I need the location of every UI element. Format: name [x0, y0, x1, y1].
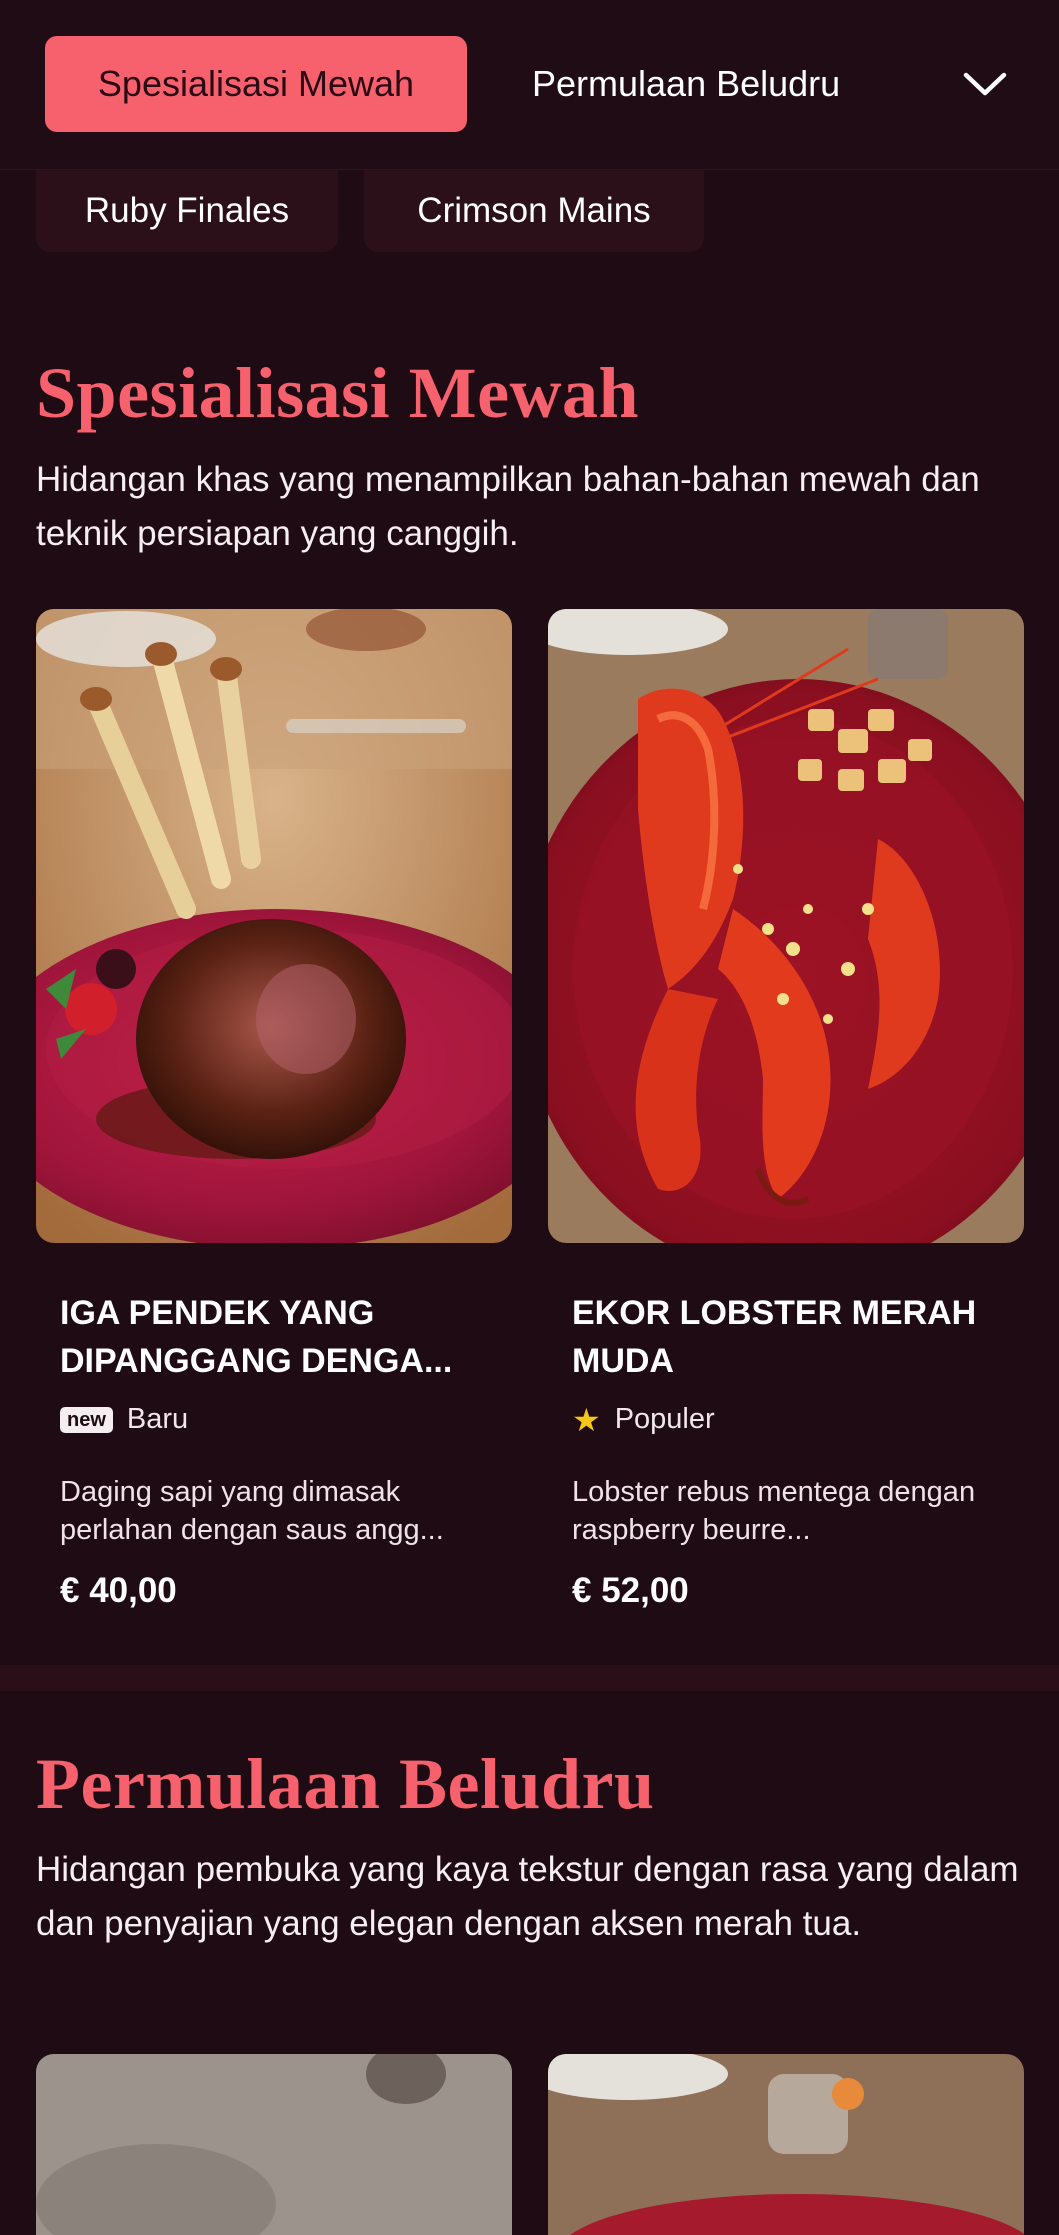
category-chips: Ruby Finales Crimson Mains — [0, 170, 1059, 252]
lobster-photo — [548, 609, 1024, 1243]
dish-image — [548, 2054, 1024, 2235]
item-name: EKOR LOBSTER MERAH MUDA — [572, 1294, 977, 1380]
menu-item-card[interactable]: IGA PENDEK YANG DIPANGGANG DENGA... new … — [36, 609, 512, 1619]
item-name: IGA PENDEK YANG DIPANGGANG DENGA... — [60, 1294, 453, 1380]
section-divider — [0, 1665, 1059, 1691]
short-ribs-photo — [36, 609, 512, 1243]
section-description: Hidangan khas yang menampilkan bahan-bah… — [36, 460, 980, 553]
chip-label: Ruby Finales — [84, 191, 290, 230]
item-price: € 52,00 — [572, 1571, 689, 1610]
section-description: Hidangan pembuka yang kaya tekstur denga… — [36, 1850, 1019, 1943]
section-title: Spesialisasi Mewah — [36, 353, 640, 433]
menu-item-card[interactable] — [36, 2054, 512, 2235]
new-icon: new — [60, 1406, 113, 1433]
tab-permulaan-beludru[interactable]: Permulaan Beludru — [532, 36, 872, 132]
tab-label: Permulaan Beludru — [532, 63, 841, 104]
menu-item-card[interactable]: EKOR LOBSTER MERAH MUDA ★ Populer Lobste… — [548, 609, 1024, 1619]
menu-item-card[interactable] — [548, 2054, 1024, 2235]
chip-ruby-finales[interactable]: Ruby Finales — [36, 170, 338, 252]
star-icon: ★ — [572, 1401, 601, 1438]
tab-label: Spesialisasi Mewah — [97, 63, 415, 104]
badge-label: Populer — [614, 1403, 715, 1435]
new-badge: new Baru — [60, 1403, 188, 1436]
dish-image — [36, 2054, 512, 2235]
dish-photo — [548, 2054, 1024, 2235]
chip-label: Crimson Mains — [417, 191, 651, 230]
item-description: Lobster rebus mentega dengan raspberry b… — [572, 1476, 976, 1546]
chip-crimson-mains[interactable]: Crimson Mains — [364, 170, 704, 252]
section-title: Permulaan Beludru — [36, 1744, 655, 1824]
item-price: € 40,00 — [60, 1571, 177, 1610]
tab-spesialisasi-mewah[interactable]: Spesialisasi Mewah — [45, 36, 467, 132]
dish-photo — [36, 2054, 512, 2235]
dish-image-short-ribs — [36, 609, 512, 1243]
category-dropdown-button[interactable] — [960, 62, 1010, 106]
menu-page: Spesialisasi Mewah Permulaan Beludru Rub… — [0, 0, 1059, 2235]
category-nav: Spesialisasi Mewah Permulaan Beludru — [0, 0, 1059, 170]
item-description: Daging sapi yang dimasak perlahan dengan… — [60, 1476, 444, 1546]
dish-image-lobster — [548, 609, 1024, 1243]
popular-badge: ★ Populer — [572, 1403, 715, 1436]
chevron-down-icon — [963, 72, 1007, 96]
badge-label: Baru — [126, 1403, 189, 1435]
